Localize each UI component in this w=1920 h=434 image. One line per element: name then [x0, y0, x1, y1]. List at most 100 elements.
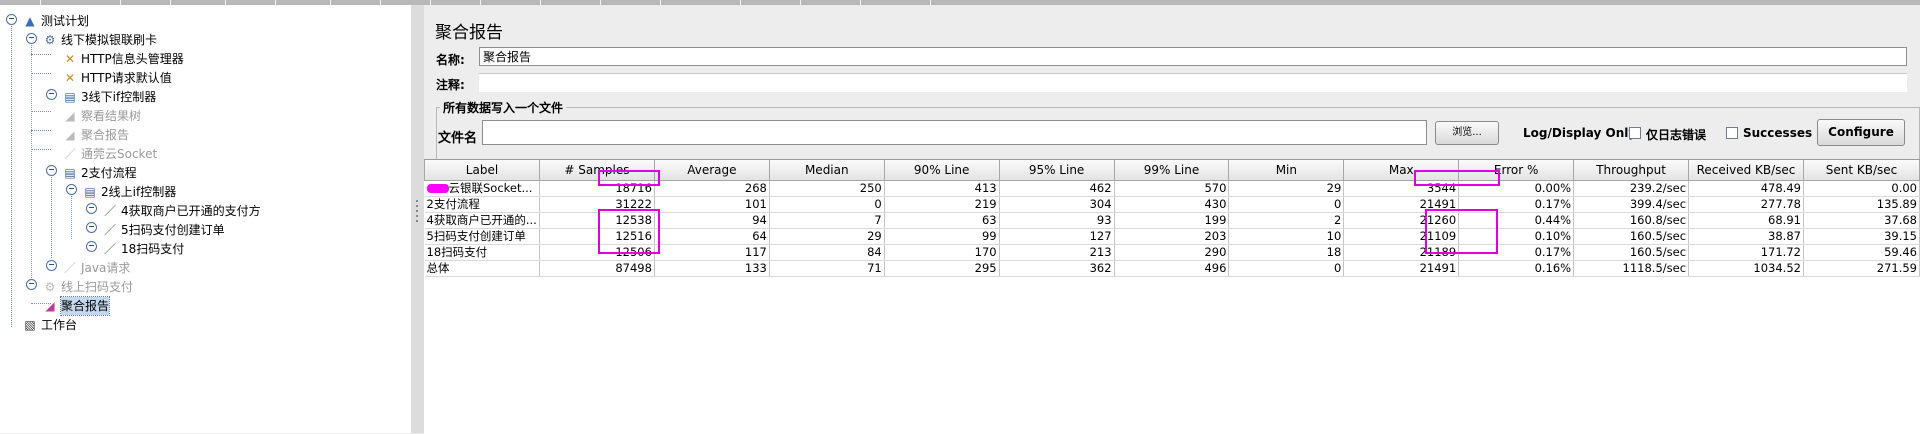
cell-text: 18 — [1326, 245, 1342, 259]
table-row[interactable]: 总体 87498 133 71 295 362 496 0 21491 0.16% 1118.5/s… — [424, 260, 1920, 277]
tree-item-label: 察看结果树 — [81, 109, 142, 123]
aggregate-results-table[interactable]: Label # Samples Average Median 90% Line … — [424, 159, 1920, 434]
cell-text: 4获取商户已开通的... — [426, 213, 537, 227]
cell-text: 37.68 — [1884, 213, 1917, 227]
cell-text: 38.87 — [1768, 229, 1801, 243]
pane-splitter[interactable] — [411, 5, 425, 433]
tree-item-label: 测试计划 — [41, 14, 90, 28]
tree-item-label: HTTP信息头管理器 — [81, 52, 184, 66]
tree-item-online-if-controller[interactable]: ▤ 2线上if控制器 — [82, 183, 176, 201]
cell-text: 413 — [974, 181, 997, 195]
table-cell: 160.8/sec — [1573, 212, 1690, 229]
tree-item-aggregate-report-disabled[interactable]: ◢ 聚合报告 — [62, 126, 129, 144]
cell-text: 101 — [744, 197, 767, 211]
column-header[interactable]: 99% Line — [1113, 160, 1230, 181]
tree-item-thread-group-offline[interactable]: ⚙ 线下模拟银联刷卡 — [42, 31, 157, 49]
test-plan-tree[interactable]: ▲ 测试计划 ⚙ 线下模拟银联刷卡 ✕ HTTP信息头管理器 ✕ HTTP请求默… — [0, 5, 412, 433]
tree-item-thread-group-online[interactable]: ⚙ 线上扫码支付 — [42, 278, 133, 296]
row-label-cell: 总体 — [424, 260, 540, 277]
tree-item-view-results-tree[interactable]: ◢ 察看结果树 — [62, 107, 141, 125]
tree-line — [31, 38, 32, 278]
successes-checkbox[interactable] — [1726, 127, 1738, 139]
table-cell: 160.5/sec — [1573, 228, 1690, 245]
filename-field[interactable] — [482, 120, 1427, 145]
successes-label: Successes — [1743, 126, 1813, 140]
tree-item-payment-flow[interactable]: ▤ 2支付流程 — [62, 164, 136, 182]
cell-text: 304 — [1089, 197, 1112, 211]
config-tools-icon: ✕ — [64, 71, 76, 85]
collapse-toggle-icon[interactable] — [86, 241, 97, 252]
table-cell: 2 — [1228, 212, 1345, 229]
tree-item-scan-pay[interactable]: ／ 18扫码支付 — [102, 240, 184, 258]
errors-only-checkbox[interactable] — [1629, 127, 1641, 139]
cell-text: 171.72 — [1760, 245, 1801, 259]
expand-toggle-icon[interactable] — [6, 14, 17, 25]
row-label-cell: 4获取商户已开通的... — [424, 212, 540, 229]
tree-item-java-request[interactable]: ／ Java请求 — [62, 259, 130, 277]
tree-item-offline-if-controller[interactable]: ▤ 3线下if控制器 — [62, 88, 156, 106]
column-header[interactable]: Received KB/sec — [1688, 160, 1804, 181]
table-cell: 84 — [769, 244, 885, 261]
tree-item-label: 3线下if控制器 — [81, 90, 157, 104]
tree-item-label: 线上扫码支付 — [61, 280, 134, 294]
tree-item-aggregate-report[interactable]: ◢ 聚合报告 — [42, 296, 111, 316]
cell-text: 7 — [874, 213, 882, 227]
tree-item-http-defaults[interactable]: ✕ HTTP请求默认值 — [62, 69, 172, 87]
expand-toggle-icon[interactable] — [46, 165, 57, 176]
column-header[interactable]: 95% Line — [998, 160, 1115, 181]
tree-item-http-header-manager[interactable]: ✕ HTTP信息头管理器 — [62, 50, 184, 68]
table-cell: 71 — [769, 260, 885, 277]
column-header[interactable]: Throughput — [1573, 160, 1690, 181]
tree-item-label: 线下模拟银联刷卡 — [61, 33, 158, 47]
cell-text: 430 — [1204, 197, 1227, 211]
cell-text: 117 — [744, 245, 767, 259]
table-cell: 160.5/sec — [1573, 244, 1690, 261]
tree-item-socket-sampler[interactable]: ／ 通莞云Socket — [62, 145, 157, 163]
controller-icon: ▤ — [84, 185, 96, 199]
tree-item-label: 18扫码支付 — [121, 242, 185, 256]
collapse-toggle-icon[interactable] — [46, 260, 57, 271]
column-header[interactable]: 90% Line — [883, 160, 1000, 181]
column-header[interactable]: Median — [768, 160, 885, 181]
cell-text: 160.5/sec — [1629, 245, 1687, 259]
table-cell: 203 — [1114, 228, 1230, 245]
column-header[interactable]: Average — [653, 160, 770, 181]
thread-group-gear-icon: ⚙ — [44, 33, 56, 47]
tree-item-create-order[interactable]: ／ 5扫码支付创建订单 — [102, 221, 225, 239]
cell-text: 0.00% — [1534, 181, 1572, 195]
expand-toggle-icon[interactable] — [66, 184, 77, 195]
configure-button[interactable]: Configure — [1817, 119, 1905, 146]
table-cell: 38.87 — [1688, 228, 1804, 245]
cell-text: 133 — [744, 261, 767, 275]
comment-field[interactable] — [479, 73, 1907, 92]
table-cell: 101 — [654, 196, 770, 213]
column-header[interactable]: Sent KB/sec — [1802, 160, 1920, 181]
cell-text: 84 — [867, 245, 882, 259]
tree-item-get-payment-methods[interactable]: ／ 4获取商户已开通的支付方 — [102, 202, 261, 220]
collapse-toggle-icon[interactable] — [86, 222, 97, 233]
table-cell: 304 — [999, 196, 1115, 213]
column-header[interactable]: Label — [424, 160, 540, 181]
tree-item-label: 4获取商户已开通的支付方 — [121, 204, 261, 218]
tree-item-workbench[interactable]: ▧ 工作台 — [22, 316, 77, 334]
table-cell: 570 — [1114, 180, 1230, 197]
browse-button[interactable]: 浏览... — [1435, 121, 1499, 145]
expand-toggle-icon[interactable] — [26, 33, 37, 44]
cell-text: 203 — [1204, 229, 1227, 243]
name-field[interactable]: 聚合报告 — [479, 47, 1907, 66]
column-header[interactable]: Min — [1228, 160, 1345, 181]
cell-text: 云银联Socket... — [448, 181, 533, 195]
tree-item-test-plan[interactable]: ▲ 测试计划 — [22, 12, 89, 30]
table-cell: 0 — [1228, 196, 1345, 213]
cell-text: 87498 — [615, 261, 652, 275]
table-cell: 64 — [654, 228, 770, 245]
cell-text: 570 — [1204, 181, 1227, 195]
collapse-toggle-icon[interactable] — [26, 279, 37, 290]
row-label-cell: 云银联Socket... — [424, 180, 540, 197]
collapse-toggle-icon[interactable] — [86, 203, 97, 214]
tree-item-label: 2线上if控制器 — [101, 185, 177, 199]
table-cell: 68.91 — [1688, 212, 1804, 229]
collapse-toggle-icon[interactable] — [46, 89, 57, 100]
cell-text: 10 — [1326, 229, 1342, 243]
table-cell: 219 — [884, 196, 1000, 213]
